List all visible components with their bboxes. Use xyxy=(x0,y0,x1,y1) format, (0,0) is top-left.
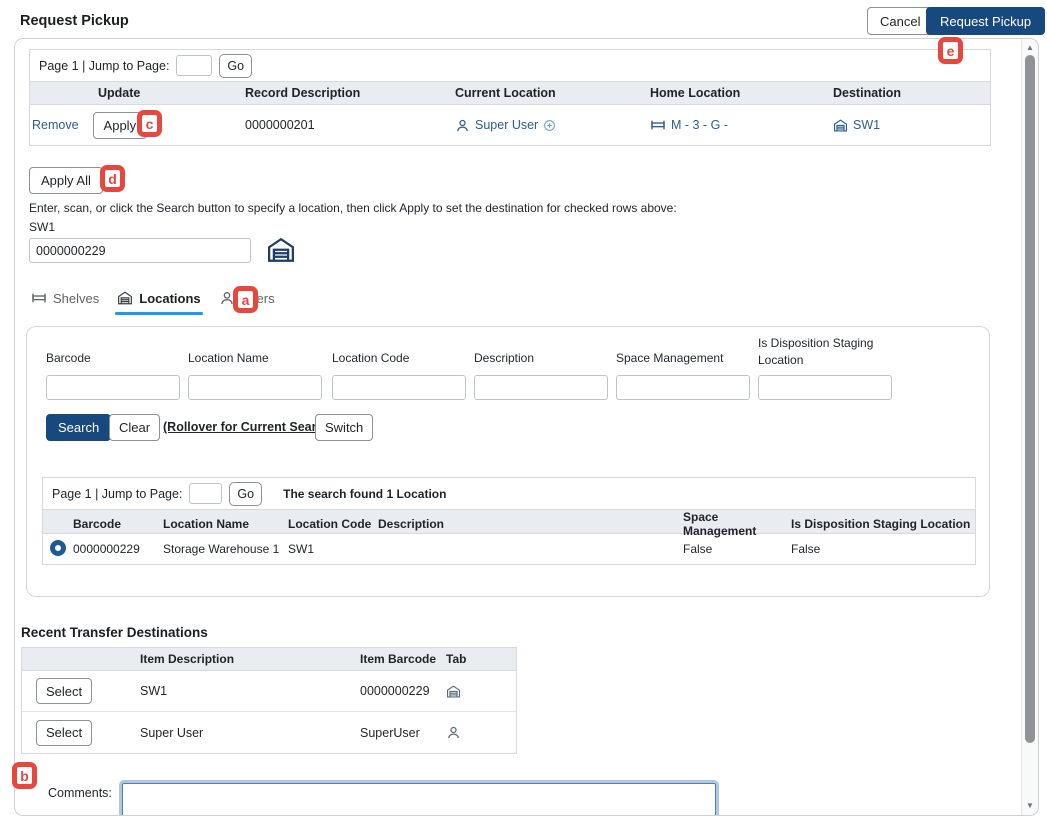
records-pagination: Page 1 | Jump to Page: Go xyxy=(30,50,990,81)
user-icon xyxy=(446,725,461,740)
record-row: Remove Apply 0000000201 Super User M - 3… xyxy=(30,105,990,145)
recent-item-barcode: SuperUser xyxy=(360,726,439,740)
annotation-e: e xyxy=(938,37,963,64)
label-location-name: Location Name xyxy=(188,351,269,365)
col-destination: Destination xyxy=(830,86,992,100)
comments-label: Comments: xyxy=(48,786,112,800)
record-description-value: 0000000201 xyxy=(242,118,452,132)
results-jump-to-page-input[interactable] xyxy=(189,483,222,504)
col-barcode: Barcode xyxy=(73,517,163,531)
label-location-code: Location Code xyxy=(332,351,409,365)
records-table: Page 1 | Jump to Page: Go Update Record … xyxy=(29,49,991,146)
result-barcode: 0000000229 xyxy=(73,542,163,556)
col-tab: Tab xyxy=(439,652,518,666)
request-pickup-button[interactable]: Request Pickup xyxy=(926,7,1045,35)
result-is-disposition: False xyxy=(791,542,977,556)
warehouse-icon xyxy=(833,118,848,133)
apply-all-button[interactable]: Apply All xyxy=(29,167,103,194)
cancel-button[interactable]: Cancel xyxy=(867,7,933,35)
col-description: Description xyxy=(378,517,683,531)
space-management-field[interactable] xyxy=(616,375,750,400)
select-button[interactable]: Select xyxy=(36,678,92,704)
tab-locations-label: Locations xyxy=(139,291,200,306)
col-location-code: Location Code xyxy=(288,517,378,531)
result-space-management: False xyxy=(683,542,791,556)
destination-barcode-input[interactable] xyxy=(29,238,251,263)
scroll-up-icon[interactable]: ▲ xyxy=(1022,42,1038,54)
records-page-label: Page 1 | Jump to Page: xyxy=(39,59,169,73)
col-update: Update xyxy=(30,86,242,100)
scrollbar-thumb[interactable] xyxy=(1025,55,1035,743)
search-button[interactable]: Search xyxy=(46,414,111,441)
results-summary: The search found 1 Location xyxy=(283,487,446,501)
recent-transfers-title: Recent Transfer Destinations xyxy=(21,625,208,640)
result-radio-selected[interactable] xyxy=(50,540,66,556)
col-record-description: Record Description xyxy=(242,86,452,100)
label-space-management: Space Management xyxy=(616,351,723,365)
barcode-field[interactable] xyxy=(46,375,180,400)
col-space-management: Space Management xyxy=(683,510,791,538)
shelf-icon xyxy=(31,290,47,306)
col-home-location: Home Location xyxy=(647,86,830,100)
comments-textarea[interactable] xyxy=(122,783,716,816)
result-location-name: Storage Warehouse 1 xyxy=(163,542,288,556)
description-field[interactable] xyxy=(474,375,608,400)
annotation-d: d xyxy=(100,165,125,192)
tab-shelves-label: Shelves xyxy=(53,291,99,306)
rollover-current-search-link[interactable]: (Rollover for Current Search) xyxy=(163,420,335,434)
recent-item-description: Super User xyxy=(134,726,360,740)
home-location-link[interactable]: M - 3 - G - xyxy=(671,118,728,132)
col-is-disposition: Is Disposition Staging Location xyxy=(791,517,977,531)
location-code-field[interactable] xyxy=(332,375,466,400)
tab-locations[interactable]: Locations xyxy=(115,288,202,315)
shelf-icon xyxy=(650,117,666,133)
remove-link[interactable]: Remove xyxy=(32,118,79,132)
col-item-barcode: Item Barcode xyxy=(360,652,439,666)
col-item-description: Item Description xyxy=(134,652,360,666)
user-icon xyxy=(455,118,470,133)
request-pickup-panel: Page 1 | Jump to Page: Go Update Record … xyxy=(14,38,1039,816)
current-location-link[interactable]: Super User xyxy=(475,118,538,132)
results-go-button[interactable]: Go xyxy=(229,482,262,506)
tab-shelves[interactable]: Shelves xyxy=(29,288,101,315)
result-location-code: SW1 xyxy=(288,542,378,556)
label-barcode: Barcode xyxy=(46,351,91,365)
location-name-field[interactable] xyxy=(188,375,322,400)
recent-item-description: SW1 xyxy=(134,684,360,698)
switch-button[interactable]: Switch xyxy=(315,414,373,441)
plus-circle-icon[interactable] xyxy=(543,119,556,132)
clear-button[interactable]: Clear xyxy=(109,414,160,441)
recent-transfer-row: Select SW1 0000000229 xyxy=(22,671,516,712)
results-pagination: Page 1 | Jump to Page: Go The search fou… xyxy=(43,478,975,509)
warehouse-icon xyxy=(266,235,296,265)
comments-ring xyxy=(119,780,719,816)
annotation-c: c xyxy=(137,110,162,137)
records-go-button[interactable]: Go xyxy=(219,54,252,78)
vertical-scrollbar[interactable]: ▲ ▼ xyxy=(1021,39,1038,815)
col-current-location: Current Location xyxy=(452,86,647,100)
label-description: Description xyxy=(474,351,534,365)
results-page-label: Page 1 | Jump to Page: xyxy=(52,487,182,501)
warehouse-icon xyxy=(446,684,461,699)
is-disposition-field[interactable] xyxy=(758,375,892,400)
recent-transfer-row: Select Super User SuperUser xyxy=(22,712,516,753)
destination-link[interactable]: SW1 xyxy=(853,118,880,132)
recent-transfers-table: Item Description Item Barcode Tab Select… xyxy=(21,647,517,754)
select-button[interactable]: Select xyxy=(36,720,92,746)
instruction-text: Enter, scan, or click the Search button … xyxy=(29,201,677,215)
recent-item-barcode: 0000000229 xyxy=(360,684,439,698)
warehouse-icon xyxy=(117,290,133,306)
label-is-disposition: Is Disposition Staging Location xyxy=(758,335,903,370)
records-jump-to-page-input[interactable] xyxy=(176,55,212,76)
scroll-down-icon[interactable]: ▼ xyxy=(1022,800,1038,812)
location-search-panel: Barcode Location Name Location Code Desc… xyxy=(26,326,990,597)
page-title: Request Pickup xyxy=(20,13,129,29)
annotation-b: b xyxy=(12,762,37,789)
col-location-name: Location Name xyxy=(163,517,288,531)
annotation-a: a xyxy=(233,286,258,313)
destination-entry-label: SW1 xyxy=(29,220,55,234)
result-row: 0000000229 Storage Warehouse 1 SW1 False… xyxy=(43,534,975,564)
search-results-table: Page 1 | Jump to Page: Go The search fou… xyxy=(42,477,976,565)
